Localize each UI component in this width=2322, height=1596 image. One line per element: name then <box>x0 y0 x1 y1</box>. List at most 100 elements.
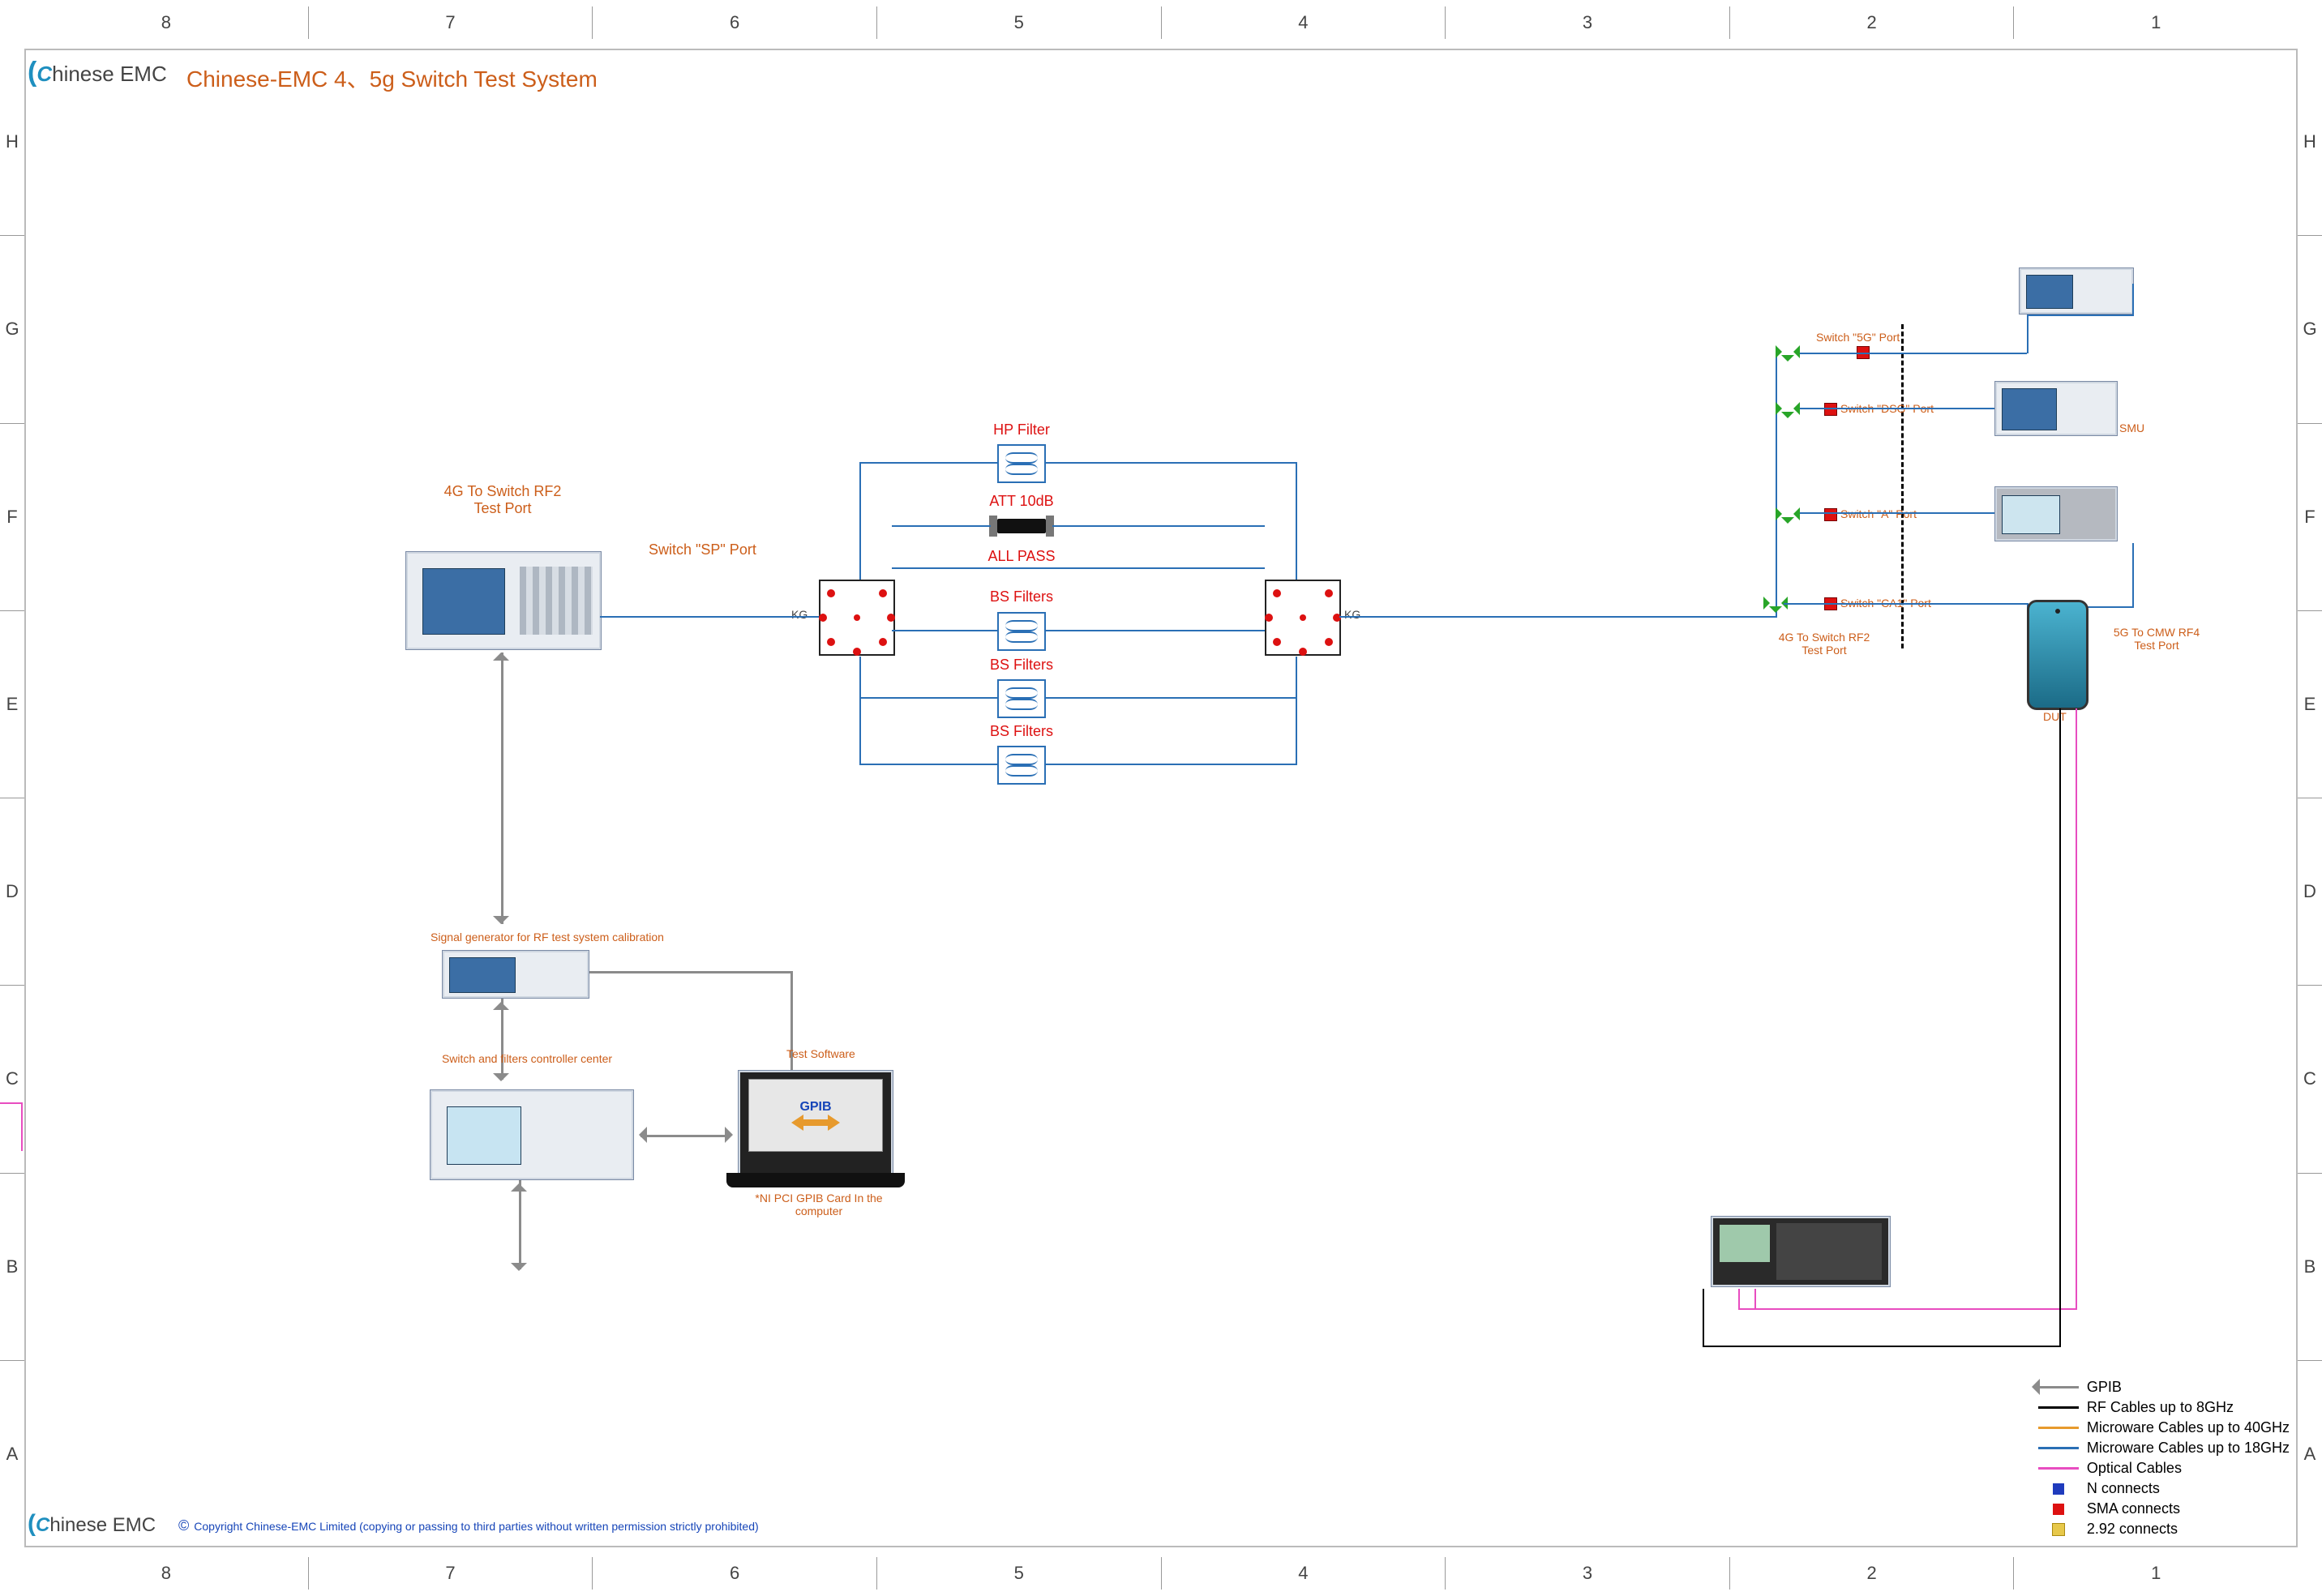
page-title: Chinese-EMC 4、5g Switch Test System <box>186 62 598 94</box>
signal-generator-image <box>442 950 589 999</box>
wire <box>859 657 861 765</box>
wire <box>1800 408 1994 409</box>
gpib-wire <box>501 653 503 924</box>
ruler-col: 4 <box>1161 6 1446 39</box>
rf-wire <box>1703 1346 2061 1347</box>
instrument-image <box>1994 486 2118 541</box>
wire <box>1800 512 1994 514</box>
wire <box>859 462 861 580</box>
ruler-row: H <box>2298 49 2322 235</box>
gpib-wire <box>501 999 503 1080</box>
dut-label: DUT <box>2043 710 2067 723</box>
logo-top: (Chinese EMC <box>28 57 167 88</box>
ruler-row: A <box>0 1360 24 1547</box>
ruler-row: G <box>0 235 24 422</box>
y-switch-icon <box>1776 397 1800 421</box>
wire <box>892 630 997 631</box>
laptop-image: GPIB <box>738 1070 893 1177</box>
arrow-down-icon <box>493 1073 509 1089</box>
ruler-row: H <box>0 49 24 235</box>
wire <box>859 764 997 765</box>
sma-connector-icon <box>1824 508 1837 521</box>
wire <box>1044 462 1296 464</box>
wire <box>892 525 991 527</box>
sw-5g-label: Switch "5G" Port <box>1816 331 1900 344</box>
bs-filter-1 <box>997 612 1046 651</box>
wire <box>892 462 997 464</box>
ruler-row: B <box>0 1173 24 1360</box>
legend-mw40: Microware Cables up to 40GHz <box>2087 1419 2290 1436</box>
test-software-label: Test Software <box>786 1047 855 1060</box>
legend-292: 2.92 connects <box>2087 1521 2178 1538</box>
wire <box>892 567 1265 569</box>
instrument-image <box>2019 267 2134 314</box>
kg-label-left: KG <box>791 608 808 621</box>
gpib-wire <box>790 971 793 1076</box>
wire <box>1800 353 2027 354</box>
controller-label: Switch and filters controller center <box>430 1052 624 1065</box>
ruler-col: 4 <box>1161 1557 1446 1590</box>
arrow-bidir-icon <box>791 1115 840 1131</box>
ruler-row: G <box>2298 235 2322 422</box>
kg-label-right: KG <box>1344 608 1360 621</box>
optical-stub <box>0 1102 23 1104</box>
bs2-label: BS Filters <box>973 657 1070 674</box>
bs-filter-2 <box>997 679 1046 718</box>
wire <box>2027 314 2029 353</box>
smu-label: SMU <box>2119 421 2144 434</box>
ruler-col: 7 <box>308 1557 593 1590</box>
ruler-col: 3 <box>1445 1557 1729 1590</box>
ruler-row: E <box>2298 610 2322 798</box>
controller-image <box>430 1089 634 1180</box>
optical-stub <box>21 1102 23 1151</box>
gpib-screen-text: GPIB <box>799 1100 831 1115</box>
rf4-label: 5G To CMW RF4 Test Port <box>2100 626 2213 652</box>
kg-switch-left <box>819 580 895 656</box>
ruler-row: B <box>2298 1173 2322 1360</box>
wire <box>1044 764 1297 765</box>
ruler-col: 2 <box>1729 1557 2014 1590</box>
instrument-image <box>1994 381 2118 436</box>
ruler-row: F <box>0 423 24 610</box>
all-pass-label: ALL PASS <box>973 548 1070 565</box>
wire <box>859 462 892 464</box>
rf2-right-label: 4G To Switch RF2 Test Port <box>1767 631 1881 657</box>
bs3-label: BS Filters <box>973 723 1070 740</box>
ruler-col: 6 <box>592 6 876 39</box>
ruler-col: 8 <box>24 6 308 39</box>
arrow-down-icon <box>493 916 509 932</box>
rf-wire <box>1703 1289 1704 1347</box>
wire <box>1296 657 1297 765</box>
wire <box>892 697 997 699</box>
gpib-wire <box>640 1135 730 1137</box>
ruler-row: F <box>2298 423 2322 610</box>
ruler-col: 5 <box>876 1557 1161 1590</box>
arrow-down-icon <box>511 1263 527 1279</box>
ruler-col: 3 <box>1445 6 1729 39</box>
wire <box>1052 525 1265 527</box>
optical-wire <box>1738 1308 2077 1310</box>
page: 8 7 6 5 4 3 2 1 8 7 6 5 4 3 2 1 H G F E … <box>0 0 2322 1596</box>
wire <box>1044 630 1265 631</box>
wire <box>1784 603 2027 605</box>
optical-wire <box>2076 708 2077 1308</box>
hp-filter-label: HP Filter <box>973 421 1070 439</box>
ruler-row: C <box>2298 985 2322 1172</box>
wire <box>1776 353 1777 618</box>
y-switch-icon <box>1776 340 1800 365</box>
wire <box>1296 462 1297 580</box>
wire <box>2132 284 2134 316</box>
legend-sma: SMA connects <box>2087 1500 2180 1517</box>
y-switch-icon <box>1776 503 1800 527</box>
wire <box>2027 314 2132 316</box>
spectrum-analyzer-image <box>405 551 602 650</box>
arrow-left-icon <box>631 1127 647 1143</box>
legend-optical: Optical Cables <box>2087 1460 2182 1477</box>
gpib-card-label: *NI PCI GPIB Card In the computer <box>738 1192 900 1217</box>
ruler-top: 8 7 6 5 4 3 2 1 <box>24 6 2298 39</box>
ruler-bottom: 8 7 6 5 4 3 2 1 <box>24 1557 2298 1590</box>
wire <box>1044 697 1296 699</box>
arrow-up-icon <box>511 1175 527 1192</box>
wire <box>2132 543 2134 608</box>
ruler-col: 1 <box>2013 1557 2298 1590</box>
